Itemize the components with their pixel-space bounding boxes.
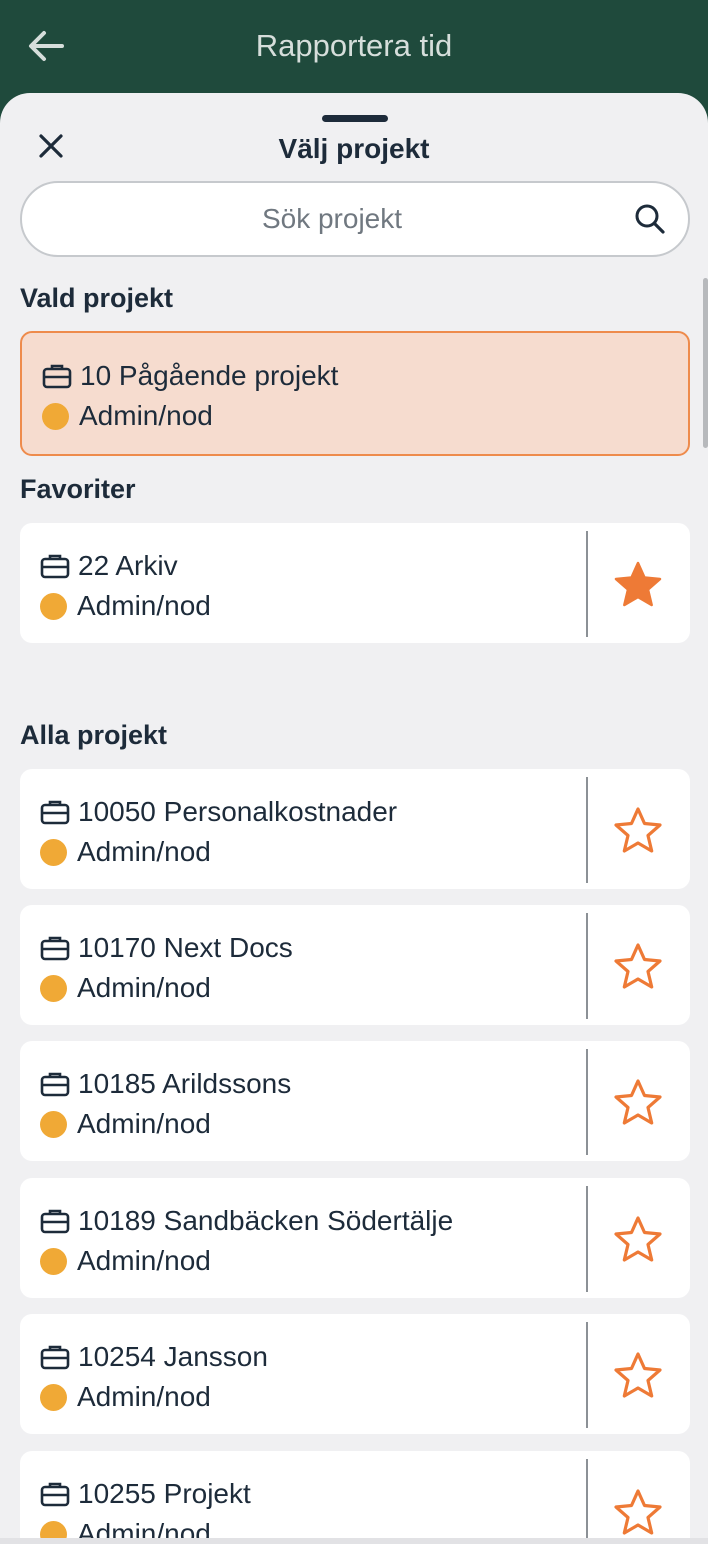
divider: [586, 1049, 588, 1155]
project-category-row: Admin/nod: [42, 399, 213, 433]
project-name-row: 10170 Next Docs: [40, 931, 293, 965]
star-outline-icon: [614, 807, 662, 853]
project-name: 10185 Arildssons: [78, 1068, 292, 1099]
project-category: Admin/nod: [77, 1245, 211, 1276]
status-dot: [40, 1247, 67, 1275]
briefcase-icon: [40, 1072, 70, 1097]
favorite-toggle-button[interactable]: [610, 803, 666, 859]
favorite-toggle-button[interactable]: [610, 557, 666, 613]
sheet-title: Välj projekt: [278, 133, 430, 164]
bottom-edge: [0, 1538, 708, 1544]
star-outline-icon: [614, 1079, 662, 1125]
project-name-row: 10189 Sandbäcken Södertälje: [40, 1204, 453, 1238]
project-name: 10 Pågående projekt: [80, 360, 339, 391]
status-dot: [40, 838, 67, 866]
project-category-row: Admin/nod: [40, 1244, 211, 1278]
star-outline-icon: [614, 1216, 662, 1262]
project-list-item[interactable]: 10254 Jansson Admin/nod: [20, 1314, 690, 1434]
favorite-toggle-button[interactable]: [610, 939, 666, 995]
divider: [586, 1186, 588, 1292]
briefcase-icon: [40, 800, 70, 825]
favorite-toggle-button[interactable]: [610, 1075, 666, 1131]
favorite-toggle-button[interactable]: [610, 1348, 666, 1404]
star-outline-icon: [614, 1352, 662, 1398]
project-category: Admin/nod: [77, 836, 211, 867]
project-name: 10254 Jansson: [78, 1341, 268, 1372]
star-filled-icon: [614, 561, 662, 607]
status-dot: [40, 1383, 67, 1411]
section-favorites-heading: Favoriter: [20, 474, 136, 504]
briefcase-icon: [40, 554, 70, 579]
divider: [586, 777, 588, 883]
page-title: Rapportera tid: [255, 28, 453, 63]
star-outline-icon: [614, 1489, 662, 1535]
project-category: Admin/nod: [77, 972, 211, 1003]
divider: [586, 913, 588, 1019]
briefcase-icon: [40, 1482, 70, 1507]
briefcase-icon: [40, 1345, 70, 1370]
sheet-drag-handle[interactable]: [322, 115, 388, 122]
project-category-row: Admin/nod: [40, 971, 211, 1005]
project-name-row: 10254 Jansson: [40, 1340, 268, 1374]
project-category-row: Admin/nod: [40, 589, 211, 623]
search-input[interactable]: [42, 183, 622, 255]
status-dot: [42, 402, 69, 430]
project-list-item[interactable]: 10255 Projekt Admin/nod: [20, 1451, 690, 1544]
project-name: 10050 Personalkostnader: [78, 796, 398, 827]
search-icon[interactable]: [634, 203, 666, 235]
project-list-item[interactable]: 10189 Sandbäcken Södertälje Admin/nod: [20, 1178, 690, 1298]
project-name-row: 10050 Personalkostnader: [40, 795, 397, 829]
briefcase-icon: [40, 936, 70, 961]
project-name-row: 10185 Arildssons: [40, 1067, 291, 1101]
section-selected-heading: Vald projekt: [20, 283, 174, 313]
favorite-project-card[interactable]: 22 Arkiv Admin/nod: [20, 523, 690, 643]
project-category: Admin/nod: [77, 1108, 211, 1139]
project-name: 22 Arkiv: [78, 550, 178, 581]
project-list-item[interactable]: 10185 Arildssons Admin/nod: [20, 1041, 690, 1161]
favorite-toggle-button[interactable]: [610, 1212, 666, 1268]
search-bar[interactable]: [20, 181, 690, 257]
project-category-row: Admin/nod: [40, 1380, 211, 1414]
project-list-item[interactable]: 10050 Personalkostnader Admin/nod: [20, 769, 690, 889]
project-category-row: Admin/nod: [40, 835, 211, 869]
project-name-row: 10255 Projekt: [40, 1477, 251, 1511]
status-dot: [40, 1110, 67, 1138]
project-category-row: Admin/nod: [40, 1107, 211, 1141]
divider: [586, 1459, 588, 1544]
scrollbar[interactable]: [703, 278, 708, 448]
project-name-row: 22 Arkiv: [40, 549, 178, 583]
project-category: Admin/nod: [77, 1381, 211, 1412]
project-name: 10189 Sandbäcken Södertälje: [78, 1205, 454, 1236]
project-category: Admin/nod: [77, 590, 211, 621]
section-all-heading: Alla projekt: [20, 720, 168, 750]
briefcase-icon: [42, 364, 72, 389]
project-name-row: 10 Pågående projekt: [42, 359, 338, 393]
project-name: 10255 Projekt: [78, 1478, 251, 1509]
divider: [586, 1322, 588, 1428]
status-dot: [40, 974, 67, 1002]
app-bar: Rapportera tid: [0, 0, 708, 96]
project-name: 10170 Next Docs: [78, 932, 293, 963]
project-list-item[interactable]: 10170 Next Docs Admin/nod: [20, 905, 690, 1025]
divider: [586, 531, 588, 637]
project-category: Admin/nod: [79, 400, 213, 431]
star-outline-icon: [614, 943, 662, 989]
briefcase-icon: [40, 1209, 70, 1234]
project-picker-sheet: Välj projekt Vald projekt 10 Pågående pr…: [0, 93, 708, 1544]
selected-project-card[interactable]: 10 Pågående projekt Admin/nod: [20, 331, 690, 456]
status-dot: [40, 592, 67, 620]
favorite-toggle-button[interactable]: [610, 1485, 666, 1541]
